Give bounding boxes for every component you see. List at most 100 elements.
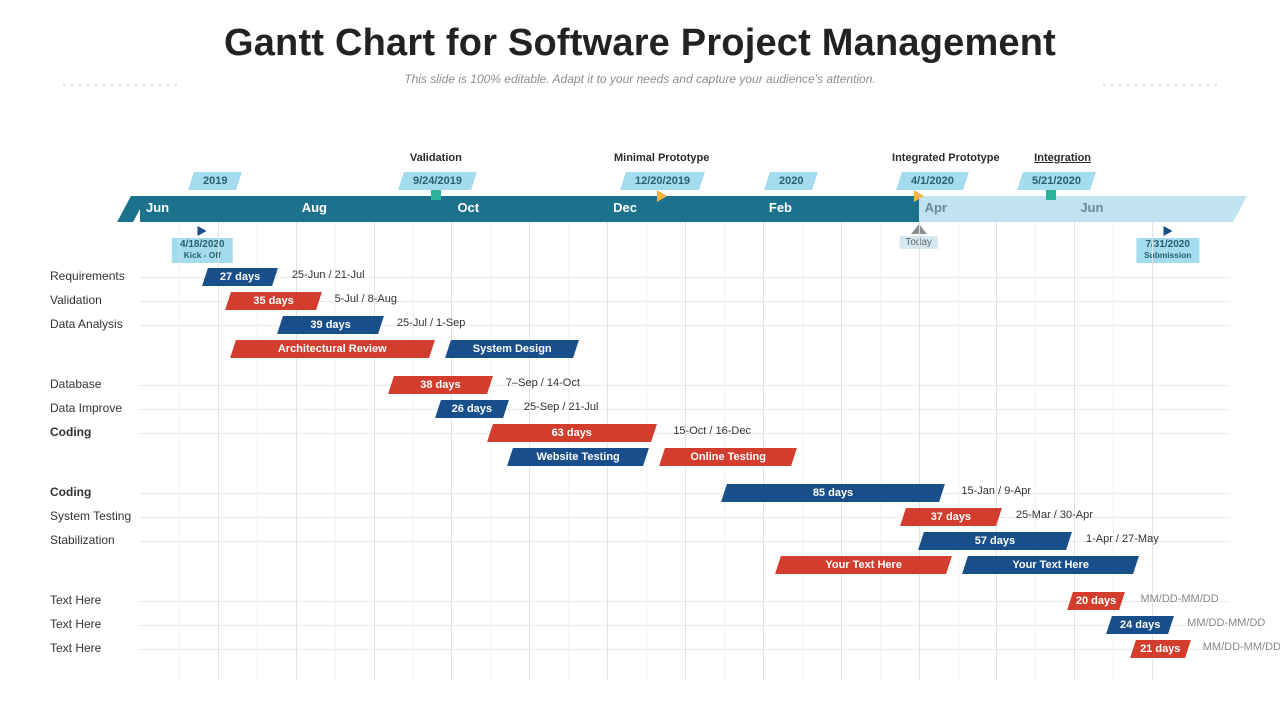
- bar-label: 57 days: [921, 532, 1069, 550]
- bar-label: 63 days: [490, 424, 654, 442]
- year-chip-2019: 2019: [188, 172, 242, 190]
- gantt-row: Coding85 days15-Jan / 9-Apr: [140, 482, 1230, 506]
- gantt-row: Text Here20 daysMM/DD-MM/DD: [140, 590, 1230, 614]
- bar-label: 27 days: [205, 268, 275, 286]
- month-tick: Aug: [302, 200, 327, 215]
- gantt-row: Data Improve26 days25-Sep / 21-Jul: [140, 398, 1230, 422]
- chevron-marker-icon: [198, 226, 207, 236]
- milestone-integration-date: 5/21/2020: [1017, 172, 1096, 190]
- gantt-row: Architectural Review System Design: [140, 338, 1230, 362]
- slide-title: Gantt Chart for Software Project Managem…: [0, 22, 1280, 65]
- gantt-bar: 85 days: [721, 484, 945, 502]
- bar-label: 24 days: [1109, 616, 1171, 634]
- milestone-minproto-label: Minimal Prototype: [614, 152, 709, 164]
- gantt-bar: Your Text Here: [962, 556, 1139, 574]
- gantt-row: Database38 days7–Sep / 14-Oct: [140, 374, 1230, 398]
- bar-label: 85 days: [724, 484, 942, 502]
- bar-label: 21 days: [1133, 640, 1188, 658]
- month-tick: Apr: [925, 200, 947, 215]
- chevron-marker-icon: [657, 190, 667, 202]
- gantt-bar: Architectural Review: [230, 340, 434, 358]
- chevron-marker-icon: [914, 190, 924, 202]
- row-label: Validation: [50, 293, 138, 307]
- bar-label: System Design: [448, 340, 576, 358]
- gantt-bar: 27 days: [202, 268, 278, 286]
- bar-date-range: 25-Jul / 1-Sep: [397, 317, 465, 329]
- gantt-bar: 20 days: [1067, 592, 1125, 610]
- gantt-row: Validation35 days5-Jul / 8-Aug: [140, 290, 1230, 314]
- gantt-rows: Requirements27 days25-Jun / 21-JulValida…: [140, 266, 1230, 662]
- year-chip-2020: 2020: [764, 172, 818, 190]
- gantt-row: Requirements27 days25-Jun / 21-Jul: [140, 266, 1230, 290]
- bar-date-range: 25-Sep / 21-Jul: [524, 401, 599, 413]
- gantt-bar: Website Testing: [507, 448, 649, 466]
- decor-dots-right: [1100, 82, 1220, 88]
- gantt-bar: 39 days: [277, 316, 384, 334]
- bar-label: 35 days: [228, 292, 319, 310]
- bar-label: Your Text Here: [778, 556, 949, 574]
- gantt-bar: 57 days: [918, 532, 1072, 550]
- row-label: Data Improve: [50, 401, 138, 415]
- month-tick: Jun: [146, 200, 169, 215]
- row-label: Stabilization: [50, 533, 138, 547]
- month-axis: Jun Aug Oct Dec Feb Apr Jun: [140, 196, 1230, 222]
- row-label: Coding: [50, 425, 138, 439]
- square-marker-icon: [1046, 190, 1056, 200]
- row-label: Requirements: [50, 269, 138, 283]
- slide: Gantt Chart for Software Project Managem…: [0, 0, 1280, 720]
- bar-date-range: MM/DD-MM/DD: [1140, 593, 1218, 605]
- decor-dots-left: [60, 82, 180, 88]
- month-tick: Oct: [457, 200, 479, 215]
- bar-label: Architectural Review: [233, 340, 432, 358]
- milestone-validation-label: Validation: [410, 152, 462, 164]
- gantt-bar: 37 days: [900, 508, 1002, 526]
- bar-date-range: 25-Mar / 30-Apr: [1016, 509, 1093, 521]
- row-label: System Testing: [50, 509, 138, 523]
- gantt-row: System Testing37 days25-Mar / 30-Apr: [140, 506, 1230, 530]
- gantt-row: Text Here24 daysMM/DD-MM/DD: [140, 614, 1230, 638]
- row-label: Database: [50, 377, 138, 391]
- row-label: Text Here: [50, 617, 138, 631]
- row-label: Text Here: [50, 593, 138, 607]
- gantt-chart: Jun Aug Oct Dec Feb Apr Jun 2019 Validation 9/…: [50, 150, 1230, 680]
- bar-date-range: MM/DD-MM/DD: [1203, 641, 1280, 653]
- milestone-validation-date: 9/24/2019: [398, 172, 477, 190]
- bar-date-range: MM/DD-MM/DD: [1187, 617, 1265, 629]
- bar-label: Online Testing: [662, 448, 794, 466]
- gantt-row: Coding63 days15-Oct / 16-Dec: [140, 422, 1230, 446]
- gantt-bar: 26 days: [435, 400, 509, 418]
- gantt-bar: Your Text Here: [775, 556, 952, 574]
- gantt-bar: 38 days: [389, 376, 494, 394]
- gantt-bar: Online Testing: [659, 448, 797, 466]
- milestone-intproto-label: Integrated Prototype: [892, 152, 1000, 164]
- bar-date-range: 25-Jun / 21-Jul: [292, 269, 365, 281]
- bar-date-range: 5-Jul / 8-Aug: [335, 293, 397, 305]
- gantt-row: Stabilization57 days1-Apr / 27-May: [140, 530, 1230, 554]
- bar-label: 39 days: [280, 316, 381, 334]
- gantt-row: Your Text Here Your Text Here: [140, 554, 1230, 578]
- row-label: Data Analysis: [50, 317, 138, 331]
- submission-chip: 7/31/2020 Submission: [1136, 238, 1199, 263]
- gantt-row: Data Analysis39 days25-Jul / 1-Sep: [140, 314, 1230, 338]
- bar-label: Website Testing: [510, 448, 646, 466]
- month-tick: Dec: [613, 200, 637, 215]
- bar-label: 38 days: [391, 376, 490, 394]
- chevron-marker-icon: [1163, 226, 1172, 236]
- milestone-integration-label: Integration: [1034, 152, 1091, 164]
- month-tick: Feb: [769, 200, 792, 215]
- bar-label: 20 days: [1070, 592, 1122, 610]
- month-tick: Jun: [1080, 200, 1103, 215]
- bar-label: 37 days: [903, 508, 999, 526]
- milestone-intproto-date: 4/1/2020: [896, 172, 969, 190]
- bar-date-range: 15-Oct / 16-Dec: [673, 425, 751, 437]
- kickoff-chip: 4/18/2020 Kick - Off: [172, 238, 233, 263]
- gantt-plot: Jun Aug Oct Dec Feb Apr Jun 2019 Validation 9/…: [140, 150, 1230, 680]
- gantt-bar: 24 days: [1106, 616, 1174, 634]
- bar-label: 26 days: [438, 400, 506, 418]
- gantt-bar: 63 days: [487, 424, 656, 442]
- bar-date-range: 7–Sep / 14-Oct: [506, 377, 580, 389]
- bar-label: Your Text Here: [965, 556, 1136, 574]
- gantt-row: Text Here21 daysMM/DD-MM/DD: [140, 638, 1230, 662]
- gantt-bar: 35 days: [225, 292, 322, 310]
- slide-subtitle: This slide is 100% editable. Adapt it to…: [0, 72, 1280, 86]
